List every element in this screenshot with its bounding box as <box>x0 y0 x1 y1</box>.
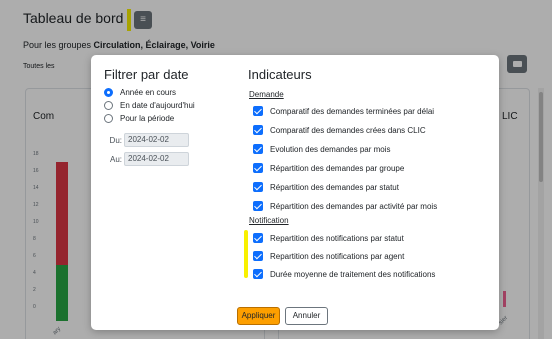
indicator-label: Comparatif des demandes crées dans CLIC <box>270 125 426 135</box>
date-from-input[interactable]: 2024-02-02 <box>124 133 189 147</box>
indicator-checkbox[interactable]: Repartition des notifications par statut <box>253 233 404 243</box>
checkbox[interactable] <box>253 251 263 261</box>
radio-button[interactable] <box>104 114 113 123</box>
radio-current-year[interactable]: Année en cours <box>104 88 176 97</box>
indicator-label: Répartition des demandes par activité pa… <box>270 201 438 211</box>
indicator-checkbox[interactable]: Repartition des notifications par agent <box>253 251 404 261</box>
indicator-checkbox[interactable]: Répartition des demandes par activité pa… <box>253 201 437 211</box>
highlight-mark <box>244 230 248 278</box>
date-filter-title: Filtrer par date <box>104 67 189 82</box>
checkbox[interactable] <box>253 144 263 154</box>
indicator-checkbox[interactable]: Répartition des demandes par statut <box>253 182 399 192</box>
indicator-checkbox[interactable]: Durée moyenne de traitement des notifica… <box>253 269 435 279</box>
checkbox[interactable] <box>253 163 263 173</box>
date-from-row: Du: 2024-02-02 <box>104 133 189 147</box>
apply-button[interactable]: Appliquer <box>237 307 280 325</box>
checkbox[interactable] <box>253 233 263 243</box>
date-to-input[interactable]: 2024-02-02 <box>124 152 189 166</box>
indicator-label: Repartition des notifications par statut <box>270 233 404 243</box>
radio-label: Pour la période <box>120 114 175 123</box>
indicator-checkbox[interactable]: Répartition des demandes par groupe <box>253 163 404 173</box>
group-title-notification: Notification <box>249 216 289 225</box>
checkbox[interactable] <box>253 106 263 116</box>
indicator-checkbox[interactable]: Comparatif des demandes terminées par dé… <box>253 106 434 116</box>
radio-label: En date d'aujourd'hui <box>120 101 195 110</box>
indicator-checkbox[interactable]: Evolution des demandes par mois <box>253 144 391 154</box>
indicator-label: Durée moyenne de traitement des notifica… <box>270 269 436 279</box>
group-title-demande: Demande <box>249 90 284 99</box>
date-from-label: Du: <box>109 135 122 145</box>
radio-label: Année en cours <box>120 88 177 97</box>
filter-modal: Filtrer par date Année en cours En date … <box>91 55 499 330</box>
radio-button[interactable] <box>104 101 113 110</box>
checkbox[interactable] <box>253 182 263 192</box>
radio-button[interactable] <box>104 88 113 97</box>
date-to-row: Au: 2024-02-02 <box>104 152 189 166</box>
indicators-title: Indicateurs <box>248 67 312 82</box>
indicator-label: Evolution des demandes par mois <box>270 144 391 154</box>
checkbox[interactable] <box>253 201 263 211</box>
indicator-label: Répartition des demandes par statut <box>270 182 399 192</box>
radio-period[interactable]: Pour la période <box>104 114 174 123</box>
checkbox[interactable] <box>253 125 263 135</box>
radio-today[interactable]: En date d'aujourd'hui <box>104 101 195 110</box>
cancel-button[interactable]: Annuler <box>285 307 328 325</box>
indicator-label: Répartition des demandes par groupe <box>270 163 405 173</box>
indicator-label: Repartition des notifications par agent <box>270 251 405 261</box>
checkbox[interactable] <box>253 269 263 279</box>
indicator-label: Comparatif des demandes terminées par dé… <box>270 106 435 116</box>
date-to-label: Au: <box>109 154 122 164</box>
indicator-checkbox[interactable]: Comparatif des demandes crées dans CLIC <box>253 125 426 135</box>
